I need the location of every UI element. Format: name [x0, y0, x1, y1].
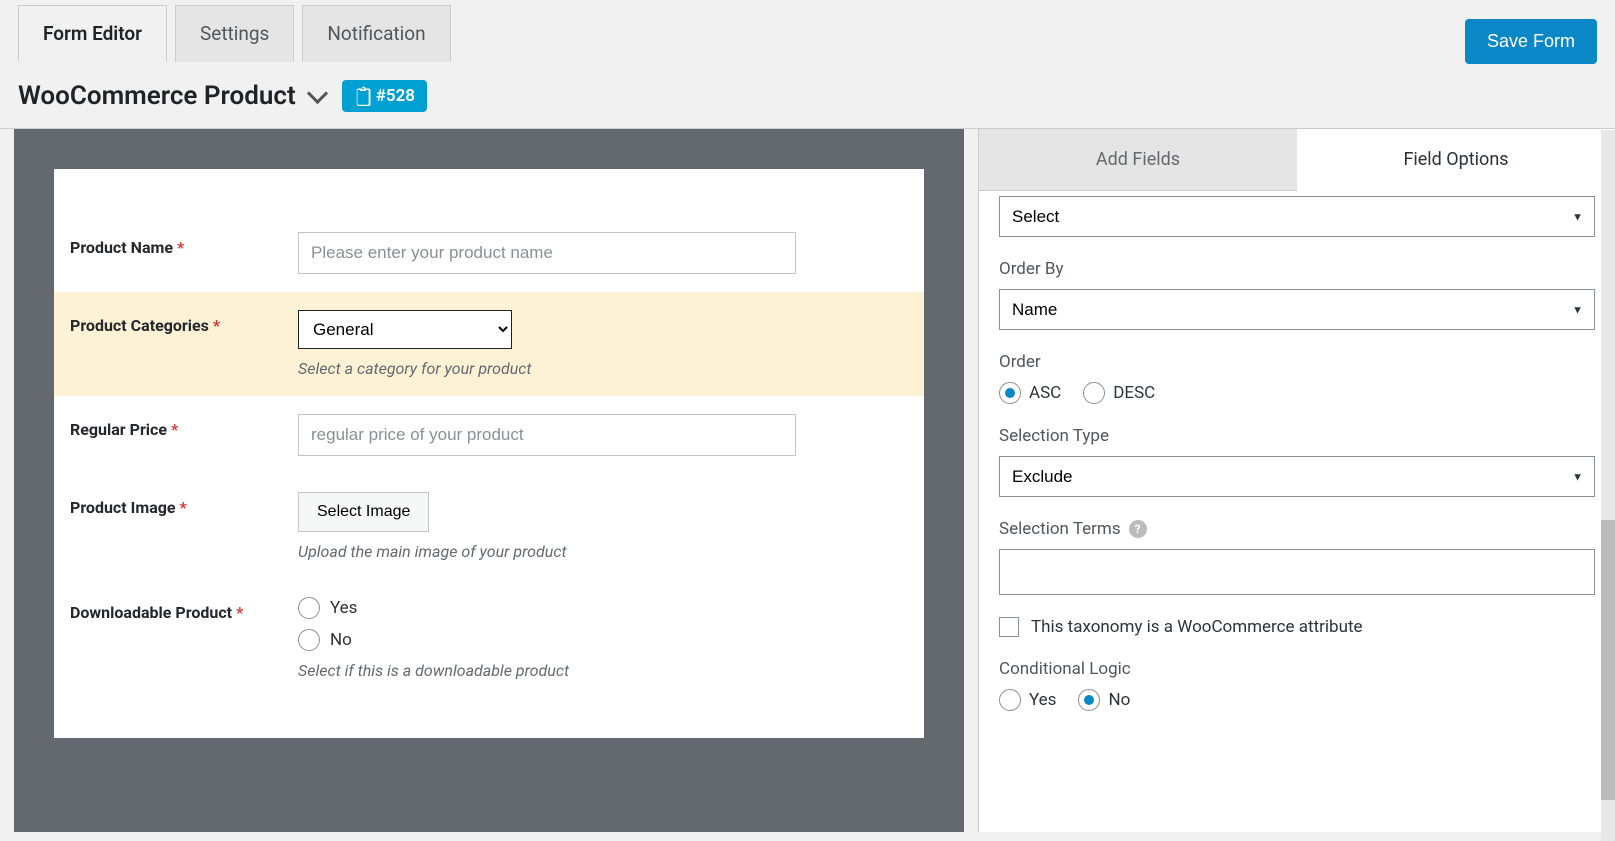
form-canvas[interactable]: Product Name * Product Categories * Gen	[14, 129, 964, 832]
input-regular-price[interactable]	[298, 414, 796, 456]
page-title: WooCommerce Product	[18, 81, 324, 111]
label-product-name: Product Name *	[70, 232, 298, 274]
field-regular-price[interactable]: Regular Price *	[54, 396, 924, 474]
radio-label-conditional-yes: Yes	[1029, 690, 1056, 710]
label-selection-type: Selection Type	[999, 426, 1595, 446]
label-product-categories: Product Categories *	[70, 310, 298, 378]
clipboard-icon	[354, 86, 370, 106]
radio-label-asc: ASC	[1029, 383, 1061, 403]
required-icon: *	[177, 238, 184, 257]
radio-label-yes: Yes	[330, 598, 357, 618]
main-tabs: Form Editor Settings Notification	[18, 5, 451, 62]
radio-conditional-yes[interactable]	[999, 689, 1021, 711]
help-icon[interactable]: ?	[1129, 520, 1147, 538]
scrollbar-thumb[interactable]	[1601, 520, 1615, 800]
tab-form-editor[interactable]: Form Editor	[18, 5, 167, 62]
input-selection-terms[interactable]	[999, 549, 1595, 595]
field-downloadable[interactable]: Downloadable Product * Yes No Sele	[54, 579, 924, 698]
label-selection-terms: Selection Terms ?	[999, 519, 1595, 539]
select-order-by[interactable]: Name	[999, 289, 1595, 330]
help-product-image: Upload the main image of your product	[298, 542, 908, 561]
radio-label-conditional-no: No	[1108, 690, 1130, 710]
page-title-text: WooCommerce Product	[18, 81, 296, 111]
tab-notification[interactable]: Notification	[302, 5, 450, 62]
chevron-down-icon[interactable]	[308, 88, 324, 104]
side-tab-add-fields[interactable]: Add Fields	[979, 129, 1297, 191]
radio-label-desc: DESC	[1113, 383, 1155, 403]
radio-downloadable-no[interactable]	[298, 629, 320, 651]
field-options-panel[interactable]: Select Order By Name Order	[979, 191, 1615, 832]
checkbox-woo-attribute[interactable]	[999, 617, 1019, 637]
label-conditional-logic: Conditional Logic	[999, 659, 1595, 679]
label-product-image: Product Image *	[70, 492, 298, 561]
field-product-name[interactable]: Product Name *	[54, 214, 924, 292]
help-downloadable: Select if this is a downloadable product	[298, 661, 908, 680]
select-image-button[interactable]: Select Image	[298, 492, 429, 532]
field-product-categories[interactable]: Product Categories * General Select a ca…	[54, 292, 924, 396]
required-icon: *	[171, 420, 178, 439]
radio-conditional-no[interactable]	[1078, 689, 1100, 711]
page-scrollbar[interactable]	[1601, 130, 1615, 841]
radio-order-desc[interactable]	[1083, 382, 1105, 404]
label-regular-price: Regular Price *	[70, 414, 298, 456]
save-form-button[interactable]: Save Form	[1465, 19, 1597, 64]
radio-label-no: No	[330, 630, 352, 650]
label-downloadable: Downloadable Product *	[70, 597, 298, 680]
side-tab-field-options[interactable]: Field Options	[1297, 129, 1615, 191]
select-selection-type[interactable]: Exclude	[999, 456, 1595, 497]
select-display-type[interactable]: Select	[999, 196, 1595, 237]
radio-downloadable-yes[interactable]	[298, 597, 320, 619]
form-id-badge[interactable]: #528	[342, 80, 427, 112]
select-product-categories[interactable]: General	[298, 310, 512, 349]
form-id-text: #528	[376, 86, 415, 106]
required-icon: *	[213, 316, 220, 335]
tab-settings[interactable]: Settings	[175, 5, 294, 62]
label-order-by: Order By	[999, 259, 1595, 279]
label-order: Order	[999, 352, 1595, 372]
required-icon: *	[180, 498, 187, 517]
radio-order-asc[interactable]	[999, 382, 1021, 404]
required-icon: *	[236, 603, 243, 622]
help-product-categories: Select a category for your product	[298, 359, 908, 378]
input-product-name[interactable]	[298, 232, 796, 274]
label-woo-attribute: This taxonomy is a WooCommerce attribute	[1031, 617, 1363, 637]
field-product-image[interactable]: Product Image * Select Image Upload the …	[54, 474, 924, 579]
